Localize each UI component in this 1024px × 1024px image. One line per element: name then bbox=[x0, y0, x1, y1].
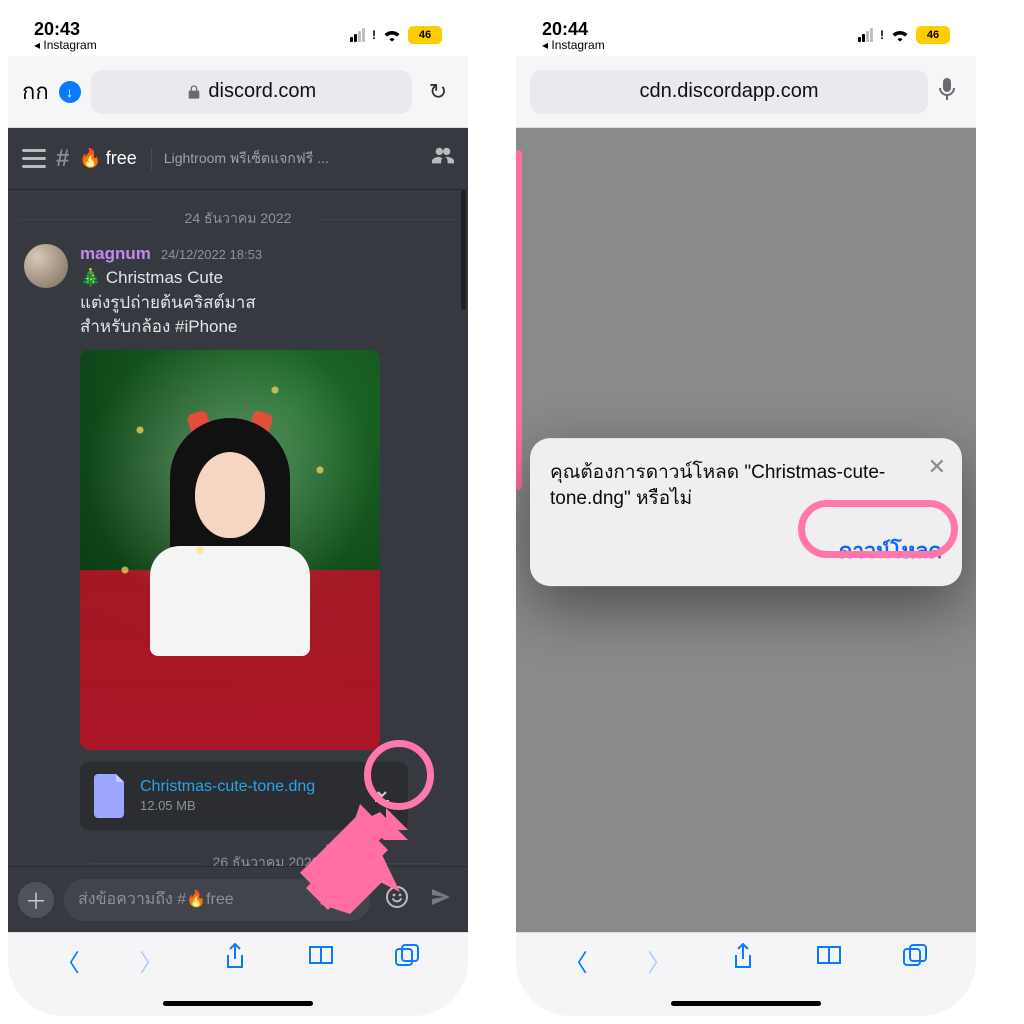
url-host: cdn.discordapp.com bbox=[640, 80, 819, 103]
status-bar: 20:44 ◂ Instagram ! 46 bbox=[516, 8, 976, 56]
hamburger-menu-icon[interactable] bbox=[22, 149, 46, 168]
status-time: 20:44 bbox=[542, 19, 605, 40]
annotation-edge bbox=[516, 150, 522, 490]
forward-button: 〉 bbox=[139, 943, 163, 978]
message-image[interactable] bbox=[80, 350, 380, 750]
phone-left: 20:43 ◂ Instagram ! 46 กก ↓ discord.com … bbox=[8, 8, 468, 1016]
bookmarks-button[interactable] bbox=[815, 943, 843, 974]
share-button[interactable] bbox=[731, 943, 755, 978]
url-host: discord.com bbox=[208, 80, 316, 103]
hash-icon: # bbox=[56, 145, 69, 173]
channel-name[interactable]: 🔥free bbox=[79, 148, 136, 169]
send-icon[interactable] bbox=[424, 885, 458, 915]
wifi-icon bbox=[382, 28, 402, 42]
status-back-app[interactable]: ◂ Instagram bbox=[34, 38, 97, 52]
tabs-button[interactable] bbox=[394, 943, 420, 976]
home-indicator[interactable] bbox=[163, 1001, 313, 1006]
download-indicator-icon[interactable]: ↓ bbox=[59, 81, 81, 103]
channel-topic[interactable]: Lightroom พรีเซ็ตแจกฟรี ... bbox=[151, 148, 422, 170]
wifi-icon bbox=[890, 28, 910, 42]
status-bar: 20:43 ◂ Instagram ! 46 bbox=[8, 8, 468, 56]
message-timestamp: 24/12/2022 18:53 bbox=[161, 247, 262, 262]
signal-alert-icon: ! bbox=[372, 28, 376, 42]
file-icon bbox=[94, 774, 128, 818]
url-field[interactable]: discord.com bbox=[91, 70, 412, 114]
tabs-button[interactable] bbox=[902, 943, 928, 976]
file-name[interactable]: Christmas-cute-tone.dng bbox=[140, 778, 315, 796]
date-divider-1: 24 ธันวาคม 2022 bbox=[8, 208, 468, 230]
text-size-button[interactable]: กก bbox=[22, 74, 49, 109]
forward-button: 〉 bbox=[647, 943, 671, 978]
share-button[interactable] bbox=[223, 943, 247, 978]
add-attachment-button[interactable]: ＋ bbox=[18, 882, 54, 918]
back-button[interactable]: 〈 bbox=[56, 943, 80, 978]
discord-header: # 🔥free Lightroom พรีเซ็ตแจกฟรี ... bbox=[8, 128, 468, 190]
reload-button[interactable]: ↻ bbox=[422, 79, 454, 105]
message-text: 🎄 Christmas Cute แต่งรูปถ่ายต้นคริสต์มาส… bbox=[80, 266, 452, 340]
page-body: คุณต้องการดาวน์โหลด "Christmas-cute-tone… bbox=[516, 128, 976, 932]
safari-address-bar: cdn.discordapp.com bbox=[516, 56, 976, 128]
annotation-arrow bbox=[290, 794, 410, 914]
avatar[interactable] bbox=[24, 244, 68, 288]
home-indicator[interactable] bbox=[671, 1001, 821, 1006]
close-button[interactable]: ✕ bbox=[928, 454, 946, 480]
status-back-app[interactable]: ◂ Instagram bbox=[542, 38, 605, 52]
cellular-signal-icon bbox=[858, 28, 873, 42]
back-button[interactable]: 〈 bbox=[564, 943, 588, 978]
bookmarks-button[interactable] bbox=[307, 943, 335, 974]
phone-right: 20:44 ◂ Instagram ! 46 cdn.discordapp.co… bbox=[516, 8, 976, 1016]
safari-address-bar: กก ↓ discord.com ↻ bbox=[8, 56, 468, 128]
file-size: 12.05 MB bbox=[140, 798, 315, 813]
status-time: 20:43 bbox=[34, 19, 97, 40]
message-author[interactable]: magnum bbox=[80, 244, 151, 264]
battery-indicator: 46 bbox=[916, 26, 950, 44]
signal-alert-icon: ! bbox=[880, 28, 884, 42]
lock-icon bbox=[186, 84, 202, 100]
annotation-oval bbox=[798, 500, 958, 558]
dictation-icon[interactable] bbox=[938, 77, 962, 107]
members-icon[interactable] bbox=[432, 145, 454, 173]
url-field[interactable]: cdn.discordapp.com bbox=[530, 70, 928, 114]
cellular-signal-icon bbox=[350, 28, 365, 42]
battery-indicator: 46 bbox=[408, 26, 442, 44]
